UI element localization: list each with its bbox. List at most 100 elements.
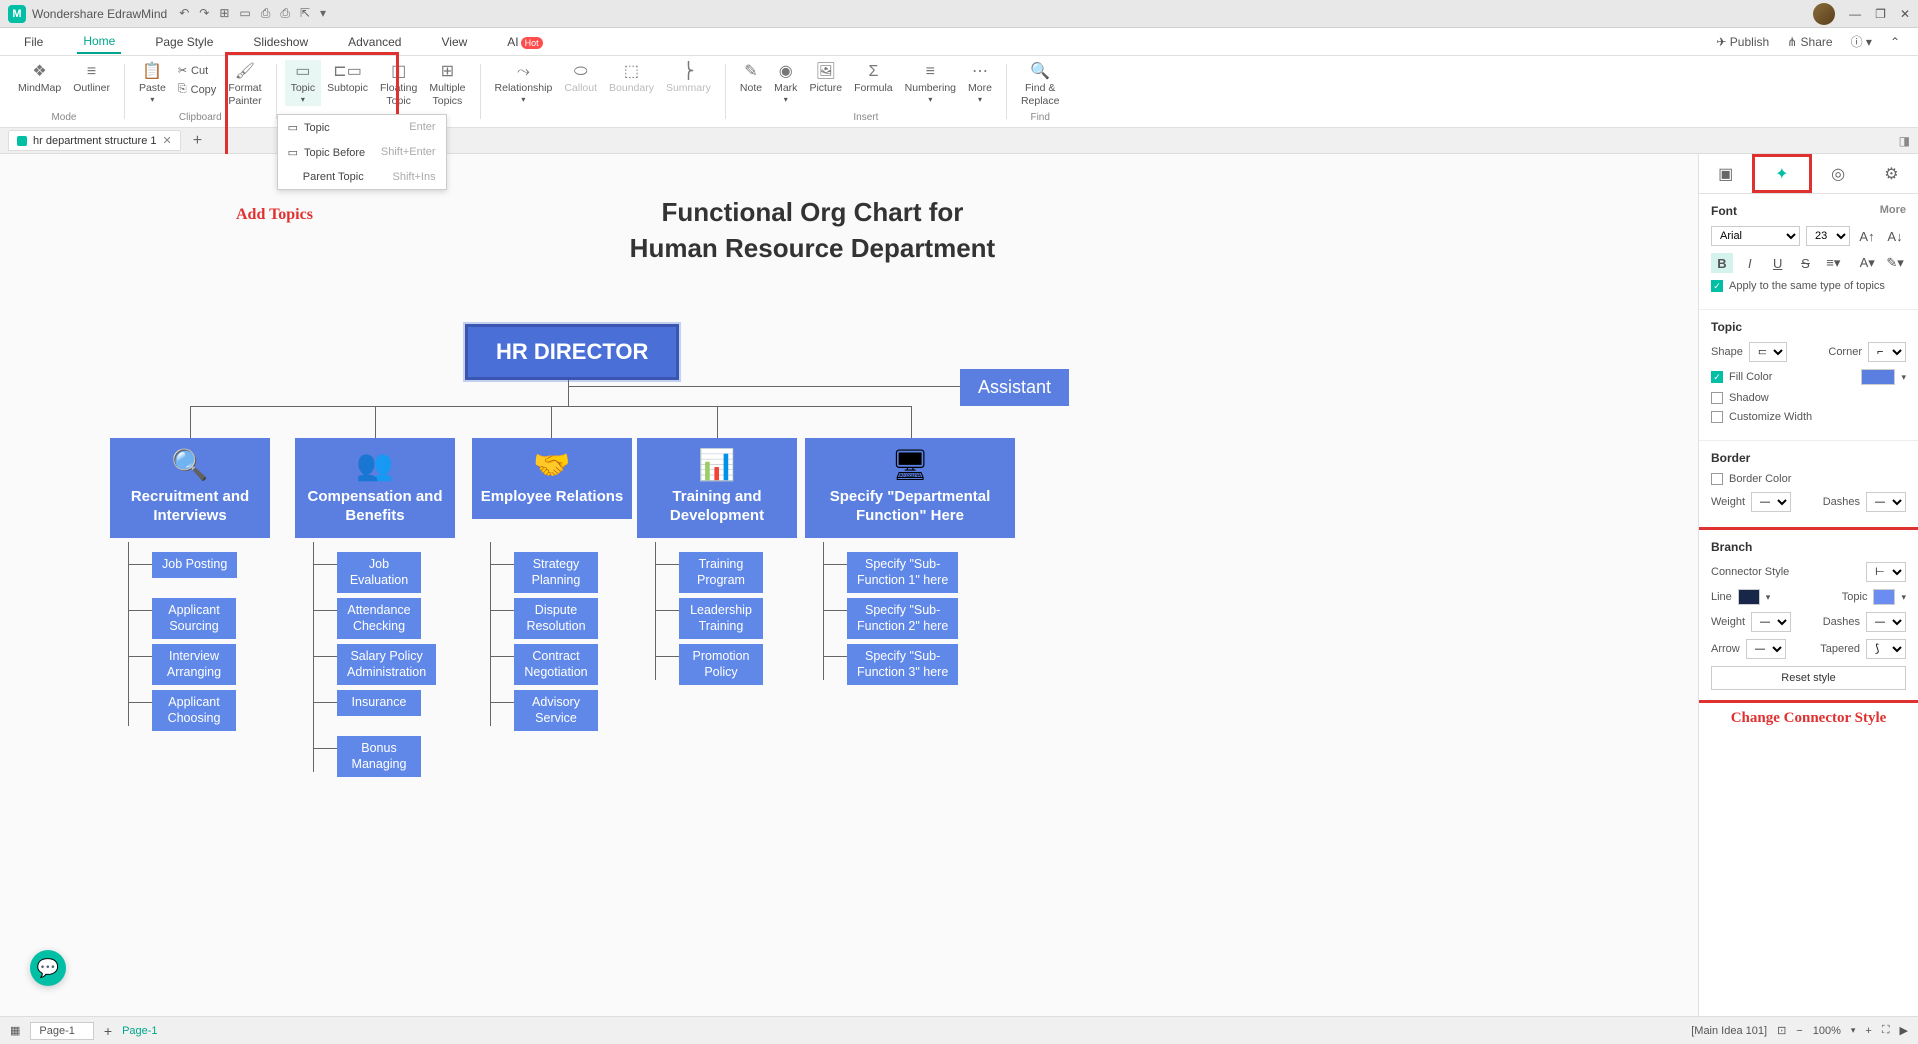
close-button[interactable]: ✕ — [1900, 7, 1910, 21]
picture-button[interactable]: 🖼Picture — [803, 60, 848, 97]
panel-tab-layout[interactable]: ▣ — [1699, 154, 1752, 193]
italic-button[interactable]: I — [1739, 253, 1761, 273]
note-button[interactable]: ✎Note — [734, 60, 768, 97]
dd-parent-topic[interactable]: Parent TopicShift+Ins — [278, 165, 446, 189]
node-sub-4-2[interactable]: Specify "Sub- Function 3" here — [847, 644, 958, 685]
node-root[interactable]: HR DIRECTOR — [465, 324, 679, 380]
page-name[interactable]: Page-1 — [122, 1025, 157, 1037]
new-icon[interactable]: ⊞ — [219, 6, 229, 21]
outliner-button[interactable]: ≡Outliner — [67, 60, 116, 97]
maximize-button[interactable]: ❐ — [1875, 7, 1886, 21]
dd-topic[interactable]: ▭ TopicEnter — [278, 115, 446, 140]
underline-button[interactable]: U — [1767, 253, 1789, 273]
shape-select[interactable]: ▭ — [1749, 342, 1787, 362]
boundary-button[interactable]: ⬚Boundary — [603, 60, 660, 97]
save-icon[interactable]: ⎙ — [261, 6, 271, 21]
node-dept-3[interactable]: 📊Training and Development — [637, 438, 797, 538]
page-select[interactable]: Page-1 — [30, 1022, 93, 1040]
open-icon[interactable]: ▭ — [239, 6, 250, 21]
fullscreen-icon[interactable]: ⛶ — [1882, 1024, 1890, 1037]
find-replace-button[interactable]: 🔍Find & Replace — [1015, 60, 1066, 109]
bold-button[interactable]: B — [1711, 253, 1733, 273]
user-avatar[interactable] — [1813, 3, 1835, 25]
branch-topic-color-chip[interactable] — [1873, 589, 1895, 605]
node-sub-3-1[interactable]: Leadership Training — [679, 598, 763, 639]
apply-same-checkbox[interactable]: ✓ — [1711, 280, 1723, 292]
connector-style-select[interactable]: ⊢ — [1866, 562, 1906, 582]
panel-tab-position[interactable]: ◎ — [1812, 154, 1865, 193]
node-sub-4-0[interactable]: Specify "Sub- Function 1" here — [847, 552, 958, 593]
add-tab-button[interactable]: + — [187, 132, 208, 150]
node-sub-0-3[interactable]: Applicant Choosing — [152, 690, 236, 731]
font-shrink-icon[interactable]: A↓ — [1884, 226, 1906, 246]
node-sub-4-1[interactable]: Specify "Sub- Function 2" here — [847, 598, 958, 639]
font-color-button[interactable]: A▾ — [1856, 253, 1878, 273]
node-sub-2-3[interactable]: Advisory Service — [514, 690, 598, 731]
node-sub-1-4[interactable]: Bonus Managing — [337, 736, 421, 777]
menu-home[interactable]: Home — [77, 30, 121, 54]
view-mode-icon[interactable]: ▦ — [10, 1024, 20, 1037]
help-bubble[interactable]: 💬 — [30, 950, 66, 986]
menu-advanced[interactable]: Advanced — [342, 31, 407, 53]
node-sub-1-3[interactable]: Insurance — [337, 690, 421, 716]
mark-button[interactable]: ◉Mark▾ — [768, 60, 803, 106]
node-dept-0[interactable]: 🔍Recruitment and Interviews — [110, 438, 270, 538]
publish-button[interactable]: ✈ Publish — [1716, 35, 1769, 49]
fill-color-chip[interactable] — [1861, 369, 1895, 385]
print-icon[interactable]: ⎙ — [280, 6, 290, 21]
zoom-in-icon[interactable]: + — [1865, 1025, 1871, 1037]
menu-file[interactable]: File — [18, 31, 49, 53]
menu-page-style[interactable]: Page Style — [149, 31, 219, 53]
dd-topic-before[interactable]: ▭ Topic BeforeShift+Enter — [278, 140, 446, 165]
help-icon[interactable]: ⓘ ▾ — [1851, 33, 1872, 50]
zoom-level[interactable]: 100% — [1813, 1025, 1841, 1037]
border-color-checkbox[interactable] — [1711, 473, 1723, 485]
callout-button[interactable]: ⬭Callout — [558, 60, 603, 97]
copy-button[interactable]: ⎘ Copy — [174, 81, 221, 98]
menu-slideshow[interactable]: Slideshow — [247, 31, 314, 53]
shadow-checkbox[interactable] — [1711, 392, 1723, 404]
align-button[interactable]: ≡▾ — [1822, 253, 1844, 273]
node-sub-1-1[interactable]: Attendance Checking — [337, 598, 421, 639]
share-button[interactable]: ⋔ Share — [1787, 35, 1832, 49]
node-assistant[interactable]: Assistant — [960, 369, 1069, 406]
subtopic-button[interactable]: ⊏▭Subtopic — [321, 60, 374, 97]
node-dept-4[interactable]: 🖥Specify "Departmental Function" Here — [805, 438, 1015, 538]
fit-icon[interactable]: ⊡ — [1777, 1024, 1786, 1037]
close-tab-icon[interactable]: ✕ — [163, 134, 172, 147]
node-sub-2-2[interactable]: Contract Negotiation — [514, 644, 598, 685]
multiple-topics-button[interactable]: ⊞Multiple Topics — [423, 60, 471, 109]
font-size-select[interactable]: 23 — [1806, 226, 1850, 246]
reset-style-button[interactable]: Reset style — [1711, 666, 1906, 690]
presentation-icon[interactable]: ▶ — [1900, 1024, 1908, 1037]
border-weight-select[interactable]: — — [1751, 492, 1791, 512]
undo-icon[interactable]: ↶ — [179, 6, 189, 21]
panel-toggle-icon[interactable]: ◨ — [1899, 134, 1918, 148]
strike-button[interactable]: S — [1795, 253, 1817, 273]
redo-icon[interactable]: ↷ — [199, 6, 209, 21]
panel-tab-style[interactable]: ✦ — [1752, 154, 1811, 193]
minimize-button[interactable]: — — [1849, 7, 1861, 21]
more-button[interactable]: ⋯More▾ — [962, 60, 998, 106]
topic-button[interactable]: ▭Topic▾ — [285, 60, 322, 106]
menu-view[interactable]: View — [435, 31, 473, 53]
node-sub-1-2[interactable]: Salary Policy Administration — [337, 644, 436, 685]
tapered-select[interactable]: ⟆ — [1866, 639, 1906, 659]
corner-select[interactable]: ⌐ — [1868, 342, 1906, 362]
branch-weight-select[interactable]: — — [1751, 612, 1791, 632]
document-tab[interactable]: hr department structure 1 ✕ — [8, 130, 181, 151]
relationship-button[interactable]: ⤳Relationship▾ — [489, 60, 559, 106]
zoom-out-icon[interactable]: − — [1796, 1025, 1802, 1037]
highlight-button[interactable]: ✎▾ — [1884, 253, 1906, 273]
node-sub-3-2[interactable]: Promotion Policy — [679, 644, 763, 685]
cut-button[interactable]: ✂ Cut — [174, 62, 221, 79]
qat-dropdown-icon[interactable]: ▾ — [320, 6, 326, 21]
branch-dashes-select[interactable]: — — [1866, 612, 1906, 632]
node-sub-0-2[interactable]: Interview Arranging — [152, 644, 236, 685]
font-family-select[interactable]: Arial — [1711, 226, 1800, 246]
node-sub-2-1[interactable]: Dispute Resolution — [514, 598, 598, 639]
summary-button[interactable]: ⎬Summary — [660, 60, 717, 97]
floating-topic-button[interactable]: ◫Floating Topic — [374, 60, 423, 109]
line-color-chip[interactable] — [1738, 589, 1760, 605]
panel-tab-settings[interactable]: ⚙ — [1865, 154, 1918, 193]
